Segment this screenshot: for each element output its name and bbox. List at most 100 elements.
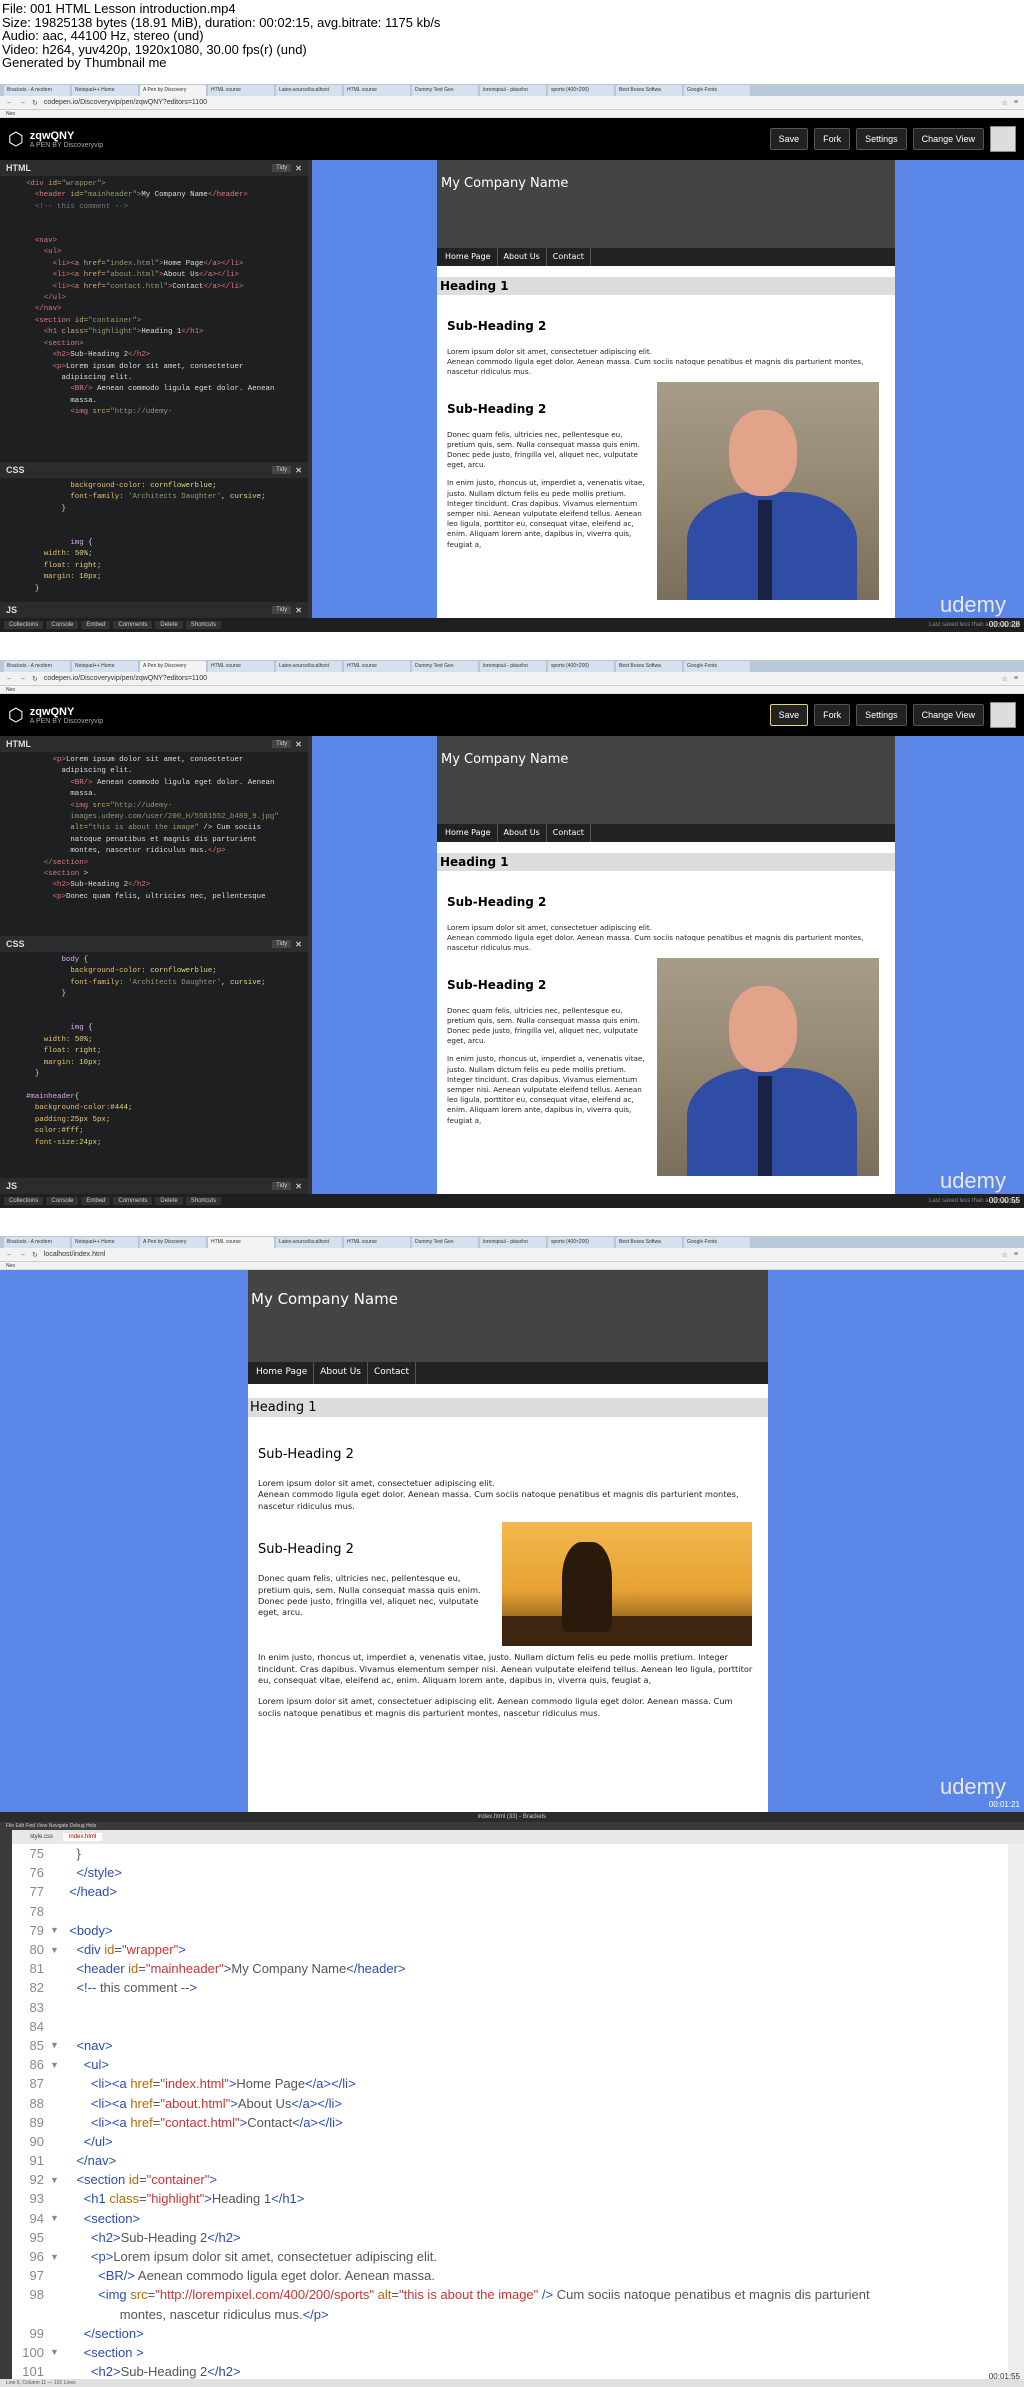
fork-button[interactable]: Fork (814, 704, 851, 726)
code-line[interactable]: 80 ▼ <div id="wrapper"> (12, 1940, 1008, 1959)
url-input[interactable]: codepen.io/Discoveryvip/pen/zqwQNY?edito… (44, 99, 996, 106)
tidy-button[interactable]: Tidy (272, 164, 292, 172)
close-icon[interactable]: ✕ (295, 164, 302, 173)
tab-style-css[interactable]: style.css (24, 1833, 59, 1841)
code-line[interactable]: 97 <BR/> Aenean commodo ligula eget dolo… (12, 2266, 1008, 2285)
star-icon[interactable]: ☆ (1002, 1251, 1008, 1259)
forward-icon[interactable]: → (19, 675, 26, 682)
tidy-button[interactable]: Tidy (272, 740, 292, 748)
forward-icon[interactable]: → (19, 1251, 26, 1258)
code-line[interactable]: 96 ▼ <p>Lorem ipsum dolor sit amet, conse… (12, 2247, 1008, 2266)
avatar[interactable] (990, 702, 1016, 728)
code-line[interactable]: 89 <li><a href="contact.html">Contact</a… (12, 2113, 1008, 2132)
browser-tab[interactable]: sports (400×200) (548, 661, 614, 672)
browser-tab[interactable]: Brackets - A modern (4, 1237, 70, 1248)
browser-tab[interactable]: Notepad++ Home (72, 661, 138, 672)
close-icon[interactable]: ✕ (295, 740, 302, 749)
browser-tab[interactable]: Notepad++ Home (72, 85, 138, 96)
comments-button[interactable]: Comments (113, 1197, 153, 1205)
browser-tab[interactable]: A Pen by Discovery (140, 1237, 206, 1248)
reload-icon[interactable]: ↻ (32, 99, 38, 107)
browser-tab[interactable]: Google Fonts (684, 661, 750, 672)
html-code[interactable]: <div id="wrapper"> <header id="mainheade… (0, 176, 308, 462)
browser-tab[interactable]: HTML course (344, 1237, 410, 1248)
delete-button[interactable]: Delete (155, 1197, 183, 1205)
code-line[interactable]: 78 (12, 1902, 1008, 1921)
close-icon[interactable]: ✕ (295, 606, 302, 615)
html-code[interactable]: <p>Lorem ipsum dolor sit amet, consectet… (0, 752, 308, 936)
nav-link-home[interactable]: Home Page (439, 248, 498, 266)
css-code[interactable]: background-color: cornflowerblue; font-f… (0, 478, 308, 602)
code-line[interactable]: 86 ▼ <ul> (12, 2055, 1008, 2074)
code-line[interactable]: 79 ▼ <body> (12, 1921, 1008, 1940)
nav-link-home[interactable]: Home Page (439, 824, 498, 842)
code-line[interactable]: 83 (12, 1998, 1008, 2017)
browser-tab[interactable]: loremipsul - placeho (480, 85, 546, 96)
star-icon[interactable]: ☆ (1002, 675, 1008, 683)
settings-button[interactable]: Settings (856, 704, 907, 726)
code-line[interactable]: 90 </ul> (12, 2132, 1008, 2151)
nav-link-about[interactable]: About Us (498, 248, 547, 266)
pen-author[interactable]: A PEN BY Discoveryvip (30, 718, 103, 725)
code-line[interactable]: 95 <h2>Sub-Heading 2</h2> (12, 2228, 1008, 2247)
browser-tab[interactable]: HTML course (344, 85, 410, 96)
nav-link-about[interactable]: About Us (498, 824, 547, 842)
browser-tab[interactable]: Latex-source/localhost (276, 85, 342, 96)
code-line[interactable]: 87 <li><a href="index.html">Home Page</a… (12, 2074, 1008, 2093)
code-line[interactable]: 93 <h1 class="highlight">Heading 1</h1> (12, 2189, 1008, 2208)
pen-title[interactable]: zqwQNY (30, 130, 103, 142)
comments-button[interactable]: Comments (113, 621, 153, 629)
star-icon[interactable]: ☆ (1002, 99, 1008, 107)
browser-tab[interactable]: A Pen by Discovery (140, 661, 206, 672)
nav-link-contact[interactable]: Contact (547, 248, 591, 266)
forward-icon[interactable]: → (19, 99, 26, 106)
codepen-logo-icon[interactable]: ⬡ (8, 705, 24, 726)
url-input[interactable]: codepen.io/Discoveryvip/pen/zqwQNY?edito… (44, 675, 996, 682)
nav-link-home[interactable]: Home Page (250, 1362, 315, 1384)
close-icon[interactable]: ✕ (295, 940, 302, 949)
back-icon[interactable]: ← (6, 675, 13, 682)
browser-tab[interactable]: Google Fonts (684, 85, 750, 96)
settings-button[interactable]: Settings (856, 128, 907, 150)
fold-arrow-icon[interactable]: ▼ (50, 2347, 62, 2357)
browser-tab[interactable]: Dummy Text Gen (412, 1237, 478, 1248)
css-code[interactable]: body { background-color: cornflowerblue;… (0, 952, 308, 1178)
fork-button[interactable]: Fork (814, 128, 851, 150)
code-line[interactable]: 94 ▼ <section> (12, 2209, 1008, 2228)
browser-tab[interactable]: Best Boxes Softwa (616, 85, 682, 96)
fold-arrow-icon[interactable]: ▼ (50, 2175, 62, 2185)
browser-tab[interactable]: Latex-source/localhost (276, 661, 342, 672)
fold-arrow-icon[interactable]: ▼ (50, 1925, 62, 1935)
code-line[interactable]: 76 </style> (12, 1863, 1008, 1882)
save-button[interactable]: Save (769, 704, 809, 726)
code-line[interactable]: 82 <!-- this comment --> (12, 1978, 1008, 1997)
fold-arrow-icon[interactable]: ▼ (50, 2060, 62, 2070)
browser-tab[interactable]: A Pen by Discovery (140, 85, 206, 96)
pen-author[interactable]: A PEN BY Discoveryvip (30, 142, 103, 149)
code-line[interactable]: 92 ▼ <section id="container"> (12, 2170, 1008, 2189)
browser-tab[interactable]: loremipsul - placeho (480, 1237, 546, 1248)
delete-button[interactable]: Delete (155, 621, 183, 629)
reload-icon[interactable]: ↻ (32, 675, 38, 683)
browser-tab[interactable]: sports (400×200) (548, 85, 614, 96)
menu-icon[interactable]: ≡ (1014, 99, 1018, 106)
code-editor[interactable]: 75 } 76 </style> 77 </head> 78 79 ▼ <body> 80 ▼… (12, 1844, 1008, 2379)
browser-tab[interactable]: Brackets - A modern (4, 85, 70, 96)
code-line[interactable]: 77 </head> (12, 1882, 1008, 1901)
url-input[interactable]: localhost/index.html (44, 1251, 996, 1258)
reload-icon[interactable]: ↻ (32, 1251, 38, 1259)
bookmarks-bar[interactable]: Neo (0, 110, 1024, 118)
browser-tab[interactable]: Dummy Text Gen (412, 661, 478, 672)
tab-index-html[interactable]: index.html (63, 1833, 103, 1841)
shortcuts-button[interactable]: Shortcuts (185, 1197, 222, 1205)
fold-arrow-icon[interactable]: ▼ (50, 2213, 62, 2223)
browser-tab[interactable]: Latex-source/localhost (276, 1237, 342, 1248)
scrollbar[interactable] (1008, 1844, 1024, 2379)
code-line[interactable]: 98 <img src="http://lorempixel.com/400/2… (12, 2285, 1008, 2304)
change-view-button[interactable]: Change View (912, 128, 984, 150)
tidy-button[interactable]: Tidy (272, 1182, 292, 1190)
embed-button[interactable]: Embed (81, 1197, 111, 1205)
fold-arrow-icon[interactable]: ▼ (50, 2252, 62, 2262)
bookmarks-bar[interactable]: Neo (0, 686, 1024, 694)
nav-link-contact[interactable]: Contact (547, 824, 591, 842)
